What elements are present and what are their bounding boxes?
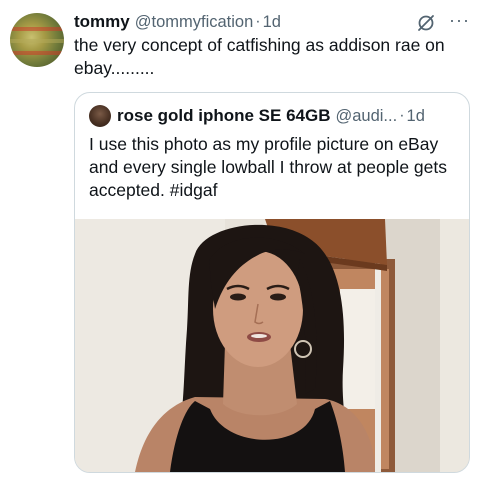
quoted-tweet[interactable]: rose gold iphone SE 64GB @audi... · 1d I… [74,92,470,473]
quoted-author-handle[interactable]: @audi... [335,107,397,126]
more-options-icon[interactable]: ··· [449,11,470,29]
tweet-time[interactable]: 1d [263,13,281,32]
author-handle[interactable]: @tommyfication [135,13,254,32]
grok-icon[interactable] [416,13,436,33]
author-avatar[interactable] [10,13,64,67]
quoted-tweet-time[interactable]: 1d [407,107,425,126]
quoted-tweet-photo[interactable] [75,219,469,472]
tweet-text: the very concept of catfishing as addiso… [74,35,445,78]
quoted-author-avatar[interactable] [89,105,111,127]
quoted-separator-dot: · [399,107,405,124]
quoted-tweet-header: rose gold iphone SE 64GB @audi... · 1d [89,105,459,127]
photo-illustration [75,219,469,472]
quoted-author-name[interactable]: rose gold iphone SE 64GB [117,106,330,126]
author-name[interactable]: tommy [74,12,130,32]
quoted-tweet-text: I use this photo as my profile picture o… [89,134,447,200]
separator-dot: · [255,13,261,30]
tweet-header: tommy @tommyfication · 1d ··· [74,11,470,33]
